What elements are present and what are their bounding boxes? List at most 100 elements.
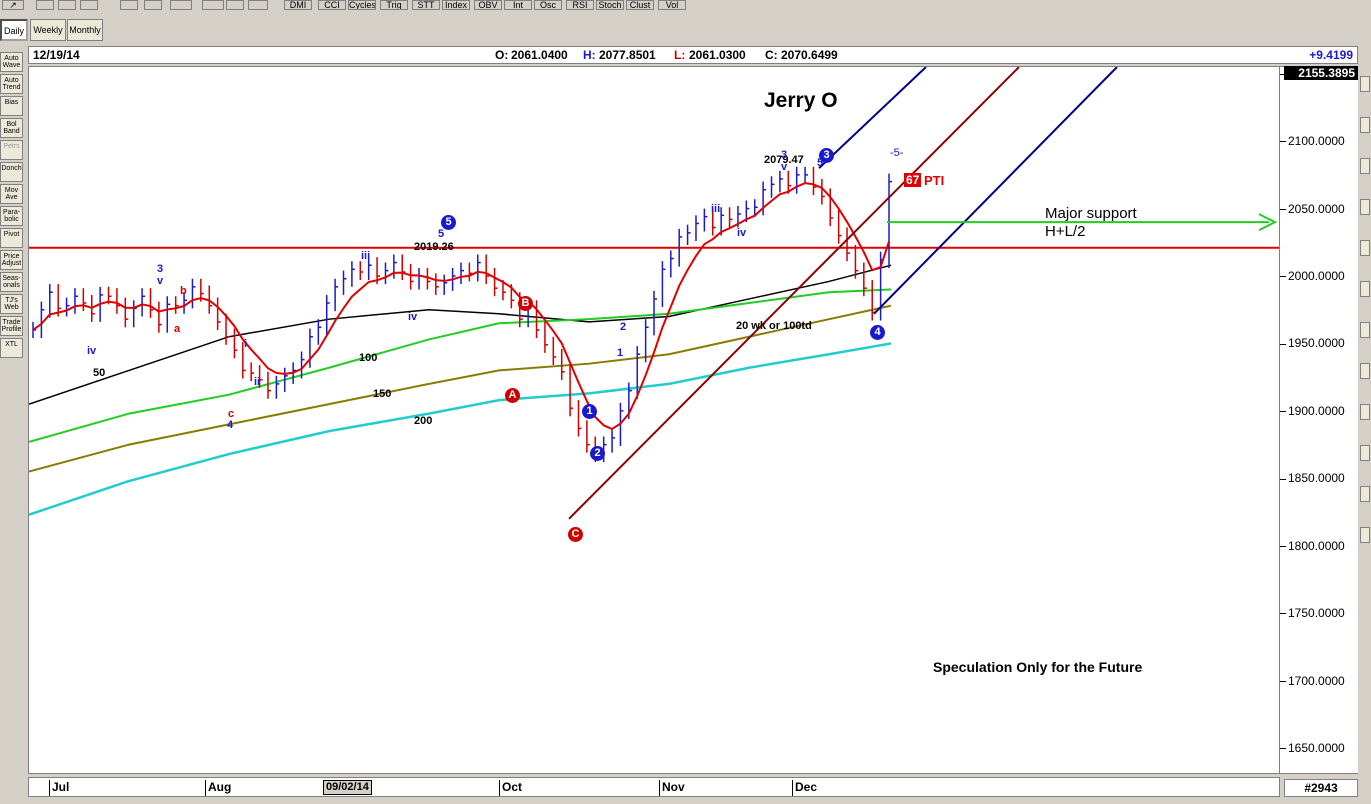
wave-circle-label: 3 [819,148,834,163]
wave-label: iv [87,345,97,357]
indicator-button-int[interactable]: Int [504,0,532,10]
x-axis[interactable]: Jul Aug 09/02/14 Oct Nov Dec [28,777,1280,797]
top-toolbar: ↗ DMI CCI Cycles Trig STT Index OBV Int Osc RSI St… [0,0,1371,12]
indicator-button-osc[interactable]: Osc [534,0,562,10]
open-value: 2061.0400 [511,48,568,62]
y-tick-label: 2100.0000 [1280,134,1345,148]
y-tick-label: 1850.0000 [1280,471,1345,485]
x-label-oct: Oct [499,780,522,796]
pti-value-badge: 67 [904,173,922,187]
scroll-button[interactable] [1360,404,1370,420]
wave-circle-label: 5 [441,215,456,230]
scroll-button[interactable] [1360,486,1370,502]
sidebar-item-price-adjust[interactable]: Price Adjust [0,250,23,270]
wave-circle-label: C [568,527,583,542]
y-tick-label: 1700.0000 [1280,674,1345,688]
close-label: C: [765,48,778,62]
ohlc-status-bar: 12/19/14 O: 2061.0400 H: 2077.8501 L: 20… [28,46,1358,64]
wave-label: 2 [620,321,627,333]
sidebar-item-trade-profile[interactable]: Trade Profile [0,316,23,336]
scroll-button[interactable] [1360,117,1370,133]
y-tick-label: 1650.0000 [1280,741,1345,755]
last-price-badge: 2155.3895 [1284,66,1358,80]
y-tick-label: 2000.0000 [1280,269,1345,283]
scroll-button[interactable] [1360,240,1370,256]
indicator-button-index[interactable]: Index [442,0,470,10]
sidebar-item-seas-onals[interactable]: Seas-onals [0,272,23,292]
sidebar-item-bias[interactable]: Bias [0,96,23,116]
sidebar-item-auto-wave[interactable]: Auto Wave [0,52,23,72]
toolbar-tool-button[interactable] [144,0,162,10]
wave-circle-label: 2 [590,446,605,461]
toolbar-tool-button[interactable] [36,0,54,10]
x-label-nov: Nov [659,780,685,796]
indicator-button-stoch[interactable]: Stoch [596,0,624,10]
wave-circle-label: 1 [582,404,597,419]
open-label: O: [495,48,509,62]
sidebar-item-xtl[interactable]: XTL [0,338,23,358]
sidebar-item-petrs[interactable]: Petrs [0,140,23,160]
wave-label: iii [711,203,721,215]
y-tick-label: 1900.0000 [1280,404,1345,418]
trading-app-window: ↗ DMI CCI Cycles Trig STT Index OBV Int Osc RSI St… [0,0,1371,804]
wave-circle-label: B [518,296,533,311]
ma-note-label: 20 wk or 100td [736,320,812,332]
toolbar-tool-button[interactable] [170,0,192,10]
indicator-button-cci[interactable]: CCI [318,0,346,10]
period-monthly-button[interactable]: Monthly [67,19,103,41]
period-daily-button[interactable]: Daily [0,19,28,41]
support-label-line2: H+L/2 [1045,223,1086,240]
sidebar-item-tj-s-web[interactable]: TJ's Web [0,294,23,314]
right-scroll-bar [1359,66,1371,543]
sidebar-item-mov-ave[interactable]: Mov Ave [0,184,23,204]
speculation-label: Speculation Only for the Future [933,659,1143,675]
indicator-button-dmi[interactable]: DMI [284,0,312,10]
change-value: +9.4199 [1309,48,1353,62]
date-flag: 09/02/14 [323,780,372,795]
wave-5-future-label: -5- [890,147,904,159]
toolbar-tool-button[interactable] [202,0,224,10]
scroll-button[interactable] [1360,322,1370,338]
sidebar-item-pivot[interactable]: Pivot [0,228,23,248]
scroll-button[interactable] [1360,76,1370,92]
low-value: 2061.0300 [689,48,746,62]
wave-label: iii [361,250,371,262]
cursor-icon[interactable] [248,0,268,10]
scroll-button[interactable] [1360,281,1370,297]
wave-label: v [781,161,788,173]
y-axis[interactable]: 2150.00002100.00002050.00002000.00001950… [1280,66,1358,774]
sidebar-item-auto-trend[interactable]: Auto Trend [0,74,23,94]
wave-label: 5 [438,228,445,240]
print-icon[interactable] [120,0,138,10]
ma-100-label: 100 [359,352,378,364]
sidebar-item-para-bolic[interactable]: Para-bolic [0,206,23,226]
sidebar-item-bol-band[interactable]: Bol Band [0,118,23,138]
bar-count-label: #2943 [1284,779,1358,797]
y-tick-label: 1800.0000 [1280,539,1345,553]
indicator-button-obv[interactable]: OBV [474,0,502,10]
toolbar-tool-button[interactable] [80,0,98,10]
indicator-button-vol[interactable]: Vol [658,0,686,10]
indicator-button-rsi[interactable]: RSI [566,0,594,10]
indicator-button-stt[interactable]: STT [412,0,440,10]
toolbar-tool-button[interactable] [226,0,244,10]
price-chart-plot[interactable]: Jerry O Major support H+L/2 Speculation … [28,66,1280,774]
wave-label: v [157,275,164,287]
indicator-button-trig[interactable]: Trig [380,0,408,10]
scroll-button[interactable] [1360,363,1370,379]
save-icon[interactable] [58,0,76,10]
scroll-button[interactable] [1360,199,1370,215]
scroll-button[interactable] [1360,527,1370,543]
indicator-button-clust[interactable]: Clust [626,0,654,10]
scroll-button[interactable] [1360,158,1370,174]
wave-label: 4 [227,419,234,431]
indicator-button-cycles[interactable]: Cycles [348,0,376,10]
sidebar-item-donch[interactable]: Donch [0,162,23,182]
period-weekly-button[interactable]: Weekly [30,19,66,41]
x-label-aug: Aug [205,780,231,796]
toolbar-tool-button[interactable]: ↗ [2,0,24,10]
author-label: Jerry O [764,89,838,112]
wave-label: a [174,323,181,335]
status-date: 12/19/14 [33,48,80,62]
scroll-button[interactable] [1360,445,1370,461]
